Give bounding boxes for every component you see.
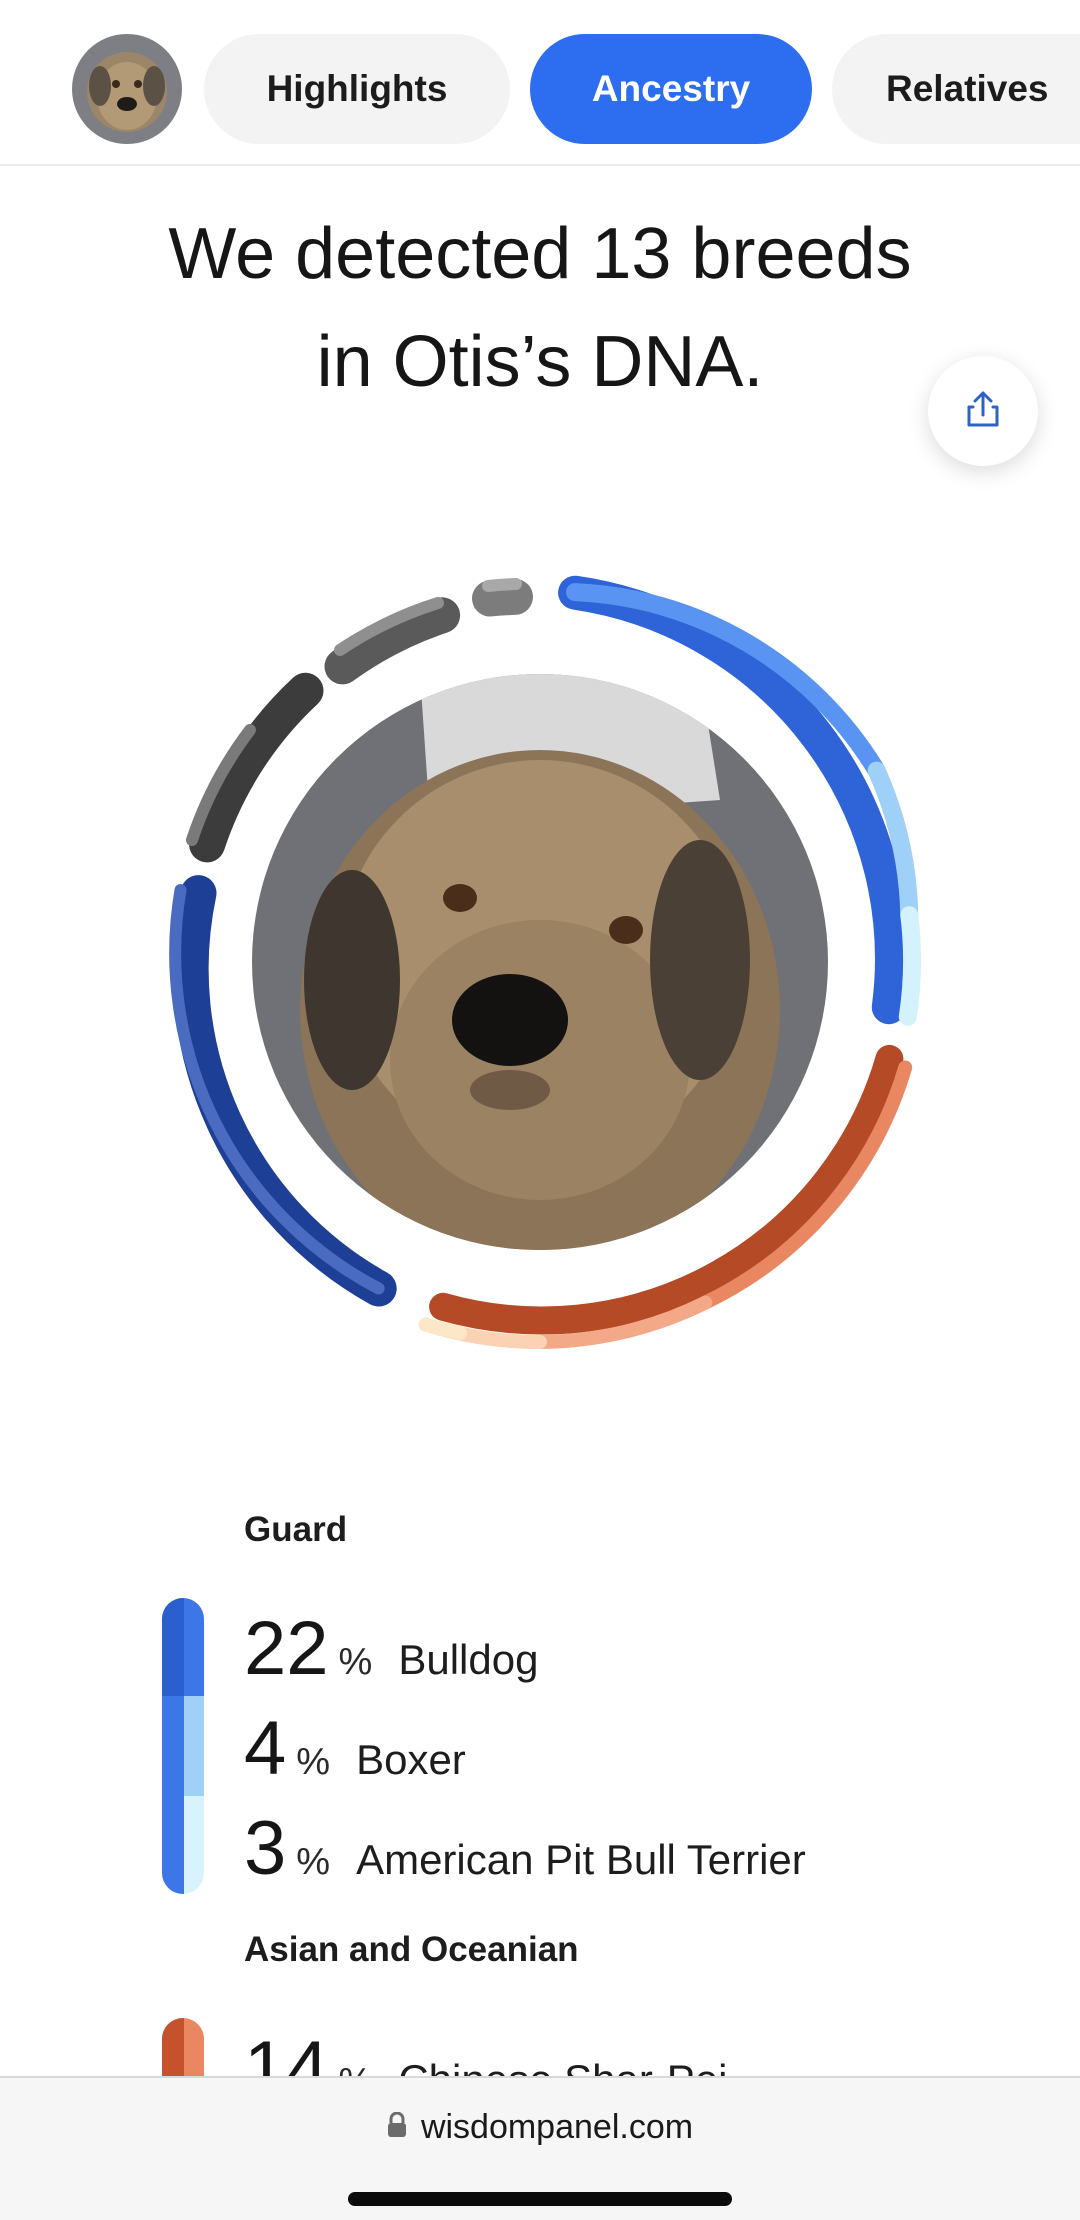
segment-gray-3 [472, 578, 533, 617]
browser-url-bar[interactable]: wisdompanel.com [0, 2076, 1080, 2220]
lock-icon [387, 2108, 407, 2147]
breed-name: American Pit Bull Terrier [356, 1836, 806, 1883]
guard-color-bar [162, 1598, 204, 1894]
group-title-guard: Guard [244, 1510, 348, 1549]
breed-percent: 22 [244, 1606, 329, 1691]
url-text: wisdompanel.com [420, 2108, 694, 2146]
home-indicator[interactable] [348, 2192, 732, 2206]
segment-pitbull [898, 906, 922, 1026]
percent-sign: % [296, 1741, 331, 1783]
url-display[interactable]: wisdompanel.com [0, 2108, 1080, 2147]
group-title-asian-oceanian: Asian and Oceanian [244, 1930, 579, 1969]
breed-percent: 3 [244, 1806, 287, 1891]
bar-segment-bulldog-shade [162, 1598, 184, 1696]
breed-name: Boxer [356, 1736, 466, 1783]
segment-asian-cream [418, 1317, 467, 1340]
breed-row-pitbull[interactable]: 3 % American Pit Bull Terrier [244, 1806, 806, 1892]
percent-sign: % [296, 1841, 331, 1883]
percent-sign: % [338, 1641, 373, 1683]
breed-percent: 4 [244, 1706, 287, 1791]
breed-row-bulldog[interactable]: 22 % Bulldog [244, 1606, 538, 1692]
breed-name: Bulldog [398, 1636, 539, 1683]
segment-gray-3-light [482, 578, 522, 592]
dog-photo [252, 674, 828, 1250]
breed-row-boxer[interactable]: 4 % Boxer [244, 1706, 466, 1792]
ancestry-ring-chart [169, 575, 922, 1350]
bar-segment-boxer-shade [162, 1696, 184, 1796]
bar-segment-pitbull-shade [162, 1796, 184, 1894]
